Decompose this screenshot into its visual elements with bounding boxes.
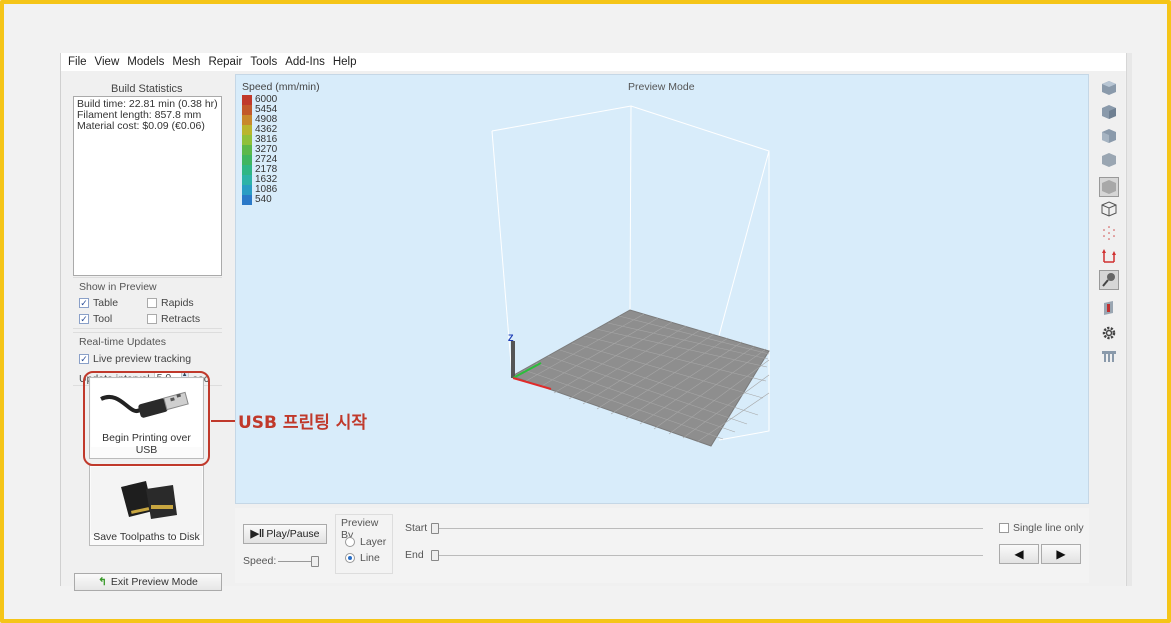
previous-arrow-icon: ◀	[1014, 547, 1024, 561]
play-pause-button[interactable]: ▶‖ Play/Pause	[243, 524, 327, 544]
left-panel: Build Statistics Build time: 22.81 min (…	[61, 73, 233, 591]
layer-radio-label: Layer	[360, 536, 387, 548]
retracts-checkbox[interactable]: Retracts	[147, 313, 200, 325]
playback-controls: ▶‖ Play/Pause Speed: Preview By Layer Lin…	[235, 508, 1089, 583]
exit-preview-label: Exit Preview Mode	[110, 576, 198, 588]
app-window: File View Models Mesh Repair Tools Add-I…	[60, 53, 1126, 591]
end-slider-handle[interactable]	[431, 550, 439, 561]
cube-front-view-icon[interactable]	[1099, 78, 1119, 98]
rapids-box	[147, 298, 157, 308]
z-axis-label: Z	[508, 333, 514, 343]
speed-color-swatch	[242, 155, 252, 165]
end-slider-track[interactable]	[435, 555, 983, 556]
live-preview-check-icon: ✓	[79, 354, 89, 364]
speed-color-swatch	[242, 105, 252, 115]
single-line-box	[999, 523, 1009, 533]
rapids-label: Rapids	[161, 297, 194, 309]
previous-button[interactable]: ◀	[999, 544, 1039, 564]
tool-checkbox[interactable]: ✓ Tool	[79, 313, 112, 325]
menu-tools[interactable]: Tools	[249, 56, 278, 68]
wireframe-view-icon[interactable]	[1099, 199, 1119, 219]
build-statistics-title: Build Statistics	[111, 83, 183, 95]
bed-icon[interactable]	[1099, 346, 1119, 366]
single-line-label: Single line only	[1013, 522, 1084, 534]
play-pause-label: Play/Pause	[266, 528, 320, 540]
material-cost: Material cost: $0.09 (€0.06)	[77, 120, 205, 132]
menu-repair[interactable]: Repair	[207, 56, 243, 68]
rapids-checkbox[interactable]: Rapids	[147, 297, 194, 309]
play-pause-icon: ▶‖	[250, 528, 265, 540]
layer-radio[interactable]: Layer	[345, 536, 386, 548]
axis-arrows-icon[interactable]	[1099, 246, 1119, 266]
speed-color-swatch	[242, 185, 252, 195]
realtime-updates-title: Real-time Updates	[79, 336, 166, 348]
next-arrow-icon: ▶	[1056, 547, 1066, 561]
menu-add-ins[interactable]: Add-Ins	[284, 56, 326, 68]
speed-color-swatch	[242, 125, 252, 135]
window-scrollbar[interactable]	[1126, 53, 1132, 586]
menu-view[interactable]: View	[94, 56, 121, 68]
next-button[interactable]: ▶	[1041, 544, 1081, 564]
save-toolpaths-button[interactable]: Save Toolpaths to Disk	[89, 465, 204, 546]
line-radio[interactable]: Line	[345, 552, 380, 564]
settings-gear-icon[interactable]	[1099, 323, 1119, 343]
table-label: Table	[93, 297, 119, 309]
menu-help[interactable]: Help	[332, 56, 358, 68]
preview-mode-label: Preview Mode	[628, 81, 695, 93]
speed-label: Speed:	[243, 555, 277, 567]
retracts-label: Retracts	[161, 313, 201, 325]
single-line-checkbox[interactable]: Single line only	[999, 522, 1084, 534]
cube-side-view-icon[interactable]	[1099, 102, 1119, 122]
end-label: End	[405, 549, 424, 561]
usb-button-highlight	[83, 371, 210, 466]
start-label: Start	[405, 522, 428, 534]
speed-legend: 6000 5454 4908 4362 3816 3270 2724 2178 1632 1086…	[242, 95, 277, 205]
speed-color-swatch	[242, 165, 252, 175]
menu-models[interactable]: Models	[126, 56, 165, 68]
live-preview-checkbox[interactable]: ✓ Live preview tracking	[79, 353, 191, 365]
speed-legend-row: 540	[242, 195, 277, 205]
tool-label: Tool	[93, 313, 113, 325]
start-slider-track[interactable]	[435, 528, 983, 529]
speed-value: 540	[255, 194, 272, 205]
retracts-box	[147, 314, 157, 324]
pin-icon[interactable]	[1099, 270, 1119, 290]
menu-file[interactable]: File	[67, 56, 88, 68]
speed-color-swatch	[242, 145, 252, 155]
speed-color-swatch	[242, 135, 252, 145]
back-arrow-icon: ↰	[98, 576, 107, 588]
annotation-text: USB 프린팅 시작	[238, 413, 368, 433]
menu-mesh[interactable]: Mesh	[171, 56, 201, 68]
speed-color-swatch	[242, 95, 252, 105]
exit-preview-button[interactable]: ↰ Exit Preview Mode	[74, 573, 222, 591]
3d-viewport[interactable]: Z Speed (mm/min) Preview Mode 6000 5454 49…	[235, 74, 1089, 504]
annotation-line	[211, 420, 235, 422]
layer-radio-dot	[345, 537, 355, 547]
table-checkbox[interactable]: ✓ Table	[79, 297, 118, 309]
sd-card-icon	[91, 467, 202, 535]
speed-color-swatch	[242, 115, 252, 125]
point-cloud-view-icon[interactable]	[1099, 223, 1119, 243]
cube-solid-view-icon[interactable]	[1099, 177, 1119, 197]
show-in-preview-title: Show in Preview	[79, 281, 157, 293]
table-check-icon: ✓	[79, 298, 89, 308]
cube-back-view-icon[interactable]	[1099, 150, 1119, 170]
menu-bar: File View Models Mesh Repair Tools Add-I…	[61, 53, 1126, 71]
section-cut-icon[interactable]	[1099, 298, 1119, 318]
speed-legend-title: Speed (mm/min)	[242, 81, 320, 93]
speed-color-swatch	[242, 195, 252, 205]
line-radio-dot	[345, 553, 355, 563]
sd-button-label: Save Toolpaths to Disk	[93, 531, 200, 543]
live-preview-label: Live preview tracking	[93, 353, 192, 365]
speed-slider-handle[interactable]	[311, 556, 319, 567]
line-radio-label: Line	[360, 552, 380, 564]
show-in-preview-group: Show in Preview ✓ Table Rapids ✓ Tool Re…	[73, 277, 222, 329]
3d-scene: Z	[491, 105, 770, 447]
cube-top-view-icon[interactable]	[1099, 126, 1119, 146]
speed-color-swatch	[242, 175, 252, 185]
start-slider-handle[interactable]	[431, 523, 439, 534]
tool-check-icon: ✓	[79, 314, 89, 324]
build-statistics-box: Build time: 22.81 min (0.38 hr) Filament…	[73, 96, 222, 276]
